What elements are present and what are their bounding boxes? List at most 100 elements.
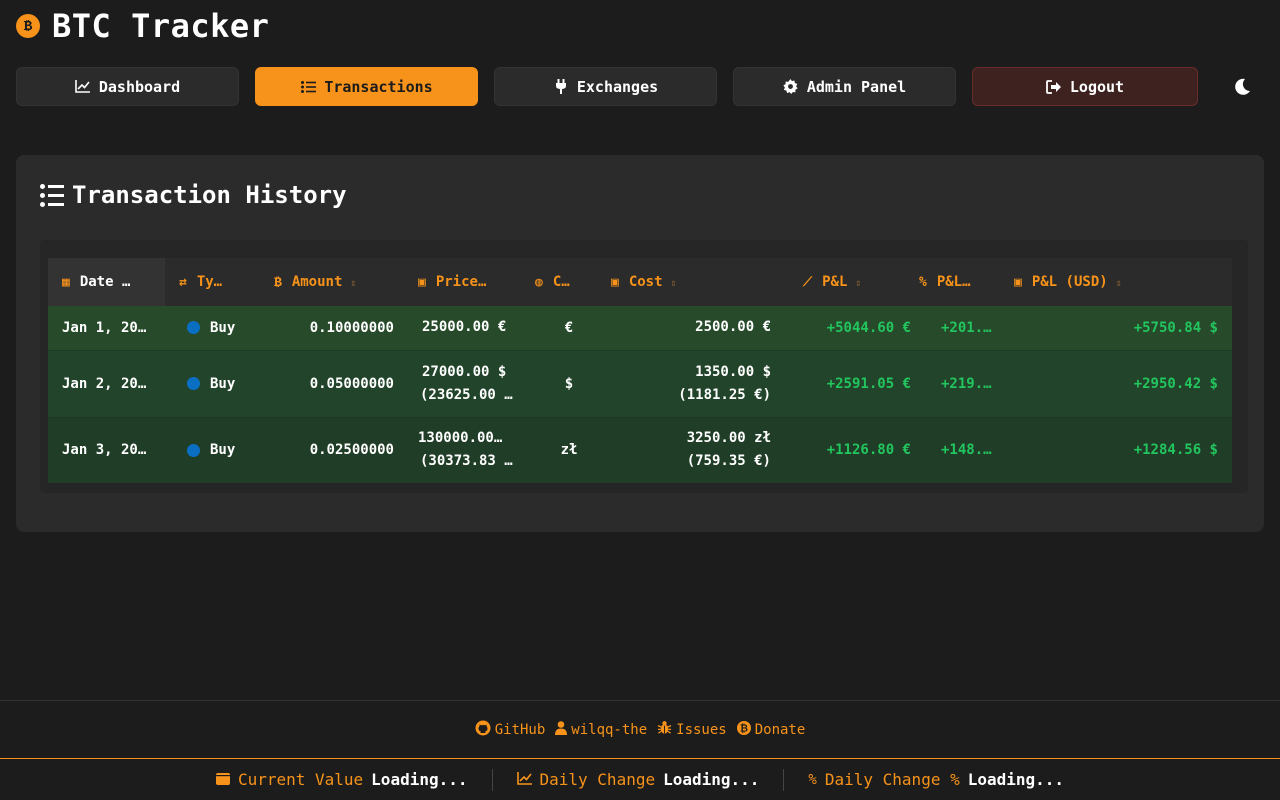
gear-icon — [783, 79, 799, 94]
logout-label: Logout — [1069, 77, 1125, 96]
cell-pnl-percent: +201.7… — [917, 306, 1012, 350]
github-link[interactable]: GitHub — [475, 720, 545, 740]
column-header-date[interactable]: ▦ Date … — [48, 258, 165, 306]
cell-cost: 2500.00 € — [609, 306, 777, 350]
status-bar: Current Value Loading... Daily Change Lo… — [0, 758, 1280, 800]
svg-text:₿: ₿ — [740, 722, 748, 734]
money-bill-icon: ▣ — [611, 275, 619, 290]
nav-admin-button[interactable]: Admin Panel — [733, 67, 956, 106]
buy-indicator-icon — [187, 321, 200, 335]
buy-indicator-icon — [187, 377, 200, 390]
globe-icon: ◍ — [535, 275, 543, 290]
cell-type: Buy — [165, 306, 260, 350]
cell-date: Jan 3, 20… — [48, 416, 165, 483]
sort-icon: ⇕ — [350, 278, 357, 289]
cell-amount: 0.05000000 — [260, 349, 412, 417]
cell-amount: 0.10000000 — [260, 306, 412, 350]
chart-line-icon: ⟋ — [803, 275, 813, 290]
cell-pnl: +1126.80 € — [777, 416, 917, 483]
cell-cost: 3250.00 zł (759.35 €) — [609, 416, 777, 483]
table-row[interactable]: Jan 3, 20… Buy 0.02500000 130000.00… (303… — [48, 416, 1232, 483]
calendar-icon: ▦ — [62, 275, 70, 290]
nav-transactions-label: Transactions — [324, 77, 433, 96]
cell-date: Jan 1, 20… — [48, 306, 165, 350]
cell-price: 130000.00… (30373.83 €) — [412, 416, 529, 483]
cell-price: 27000.00 $ (23625.00 €) — [412, 349, 529, 417]
card-title: Transaction History — [40, 181, 347, 209]
author-link[interactable]: wilqq-the — [555, 720, 647, 739]
bug-icon — [657, 720, 672, 739]
cell-pnl-usd: +2950.42 $ — [1012, 349, 1232, 417]
app-root: ₿ BTC Tracker Dashboard Transactions Exc… — [0, 0, 1280, 800]
card-title-text: Transaction History — [72, 181, 347, 209]
table-row[interactable]: Jan 2, 20… Buy 0.05000000 27000.00 $ (236… — [48, 349, 1232, 417]
nav-dashboard-label: Dashboard — [98, 77, 181, 96]
sign-out-icon — [1046, 79, 1062, 94]
cell-pnl: +5044.60 € — [777, 306, 917, 350]
list-icon — [40, 183, 64, 207]
chart-line-icon — [75, 80, 91, 93]
nav-transactions-button[interactable]: Transactions — [255, 67, 478, 106]
cell-date: Jan 2, 20… — [48, 349, 165, 417]
issues-link[interactable]: Issues — [657, 720, 727, 739]
cell-pnl: +2591.05 € — [777, 349, 917, 417]
percent-icon: % — [808, 771, 817, 788]
column-header-cost[interactable]: ▣ Cost ⇕ — [609, 258, 777, 306]
list-icon — [300, 80, 316, 93]
transactions-table-container: ▦Date … ⇄Ty… ₿Amount⇕ ▣Price… ◍C… — [40, 240, 1248, 493]
main-nav: Dashboard Transactions Exchanges Admin P… — [16, 67, 1198, 106]
column-header-currency[interactable]: ◍ C… — [529, 258, 609, 306]
donate-link[interactable]: ₿ Donate — [736, 720, 805, 739]
transactions-table: ▦Date … ⇄Ty… ₿Amount⇕ ▣Price… ◍C… — [48, 258, 1232, 483]
daily-change-stat: Daily Change Loading... — [493, 770, 784, 789]
nav-dashboard-button[interactable]: Dashboard — [16, 67, 239, 106]
github-icon — [475, 720, 491, 740]
cell-type: Buy — [165, 416, 260, 483]
sort-icon: ⇕ — [855, 278, 862, 289]
header: ₿ BTC Tracker — [16, 7, 270, 45]
table-row[interactable]: Jan 1, 20… Buy 0.10000000 25000.00 € € 2… — [48, 306, 1232, 350]
cell-pnl-percent: +148.3… — [917, 416, 1012, 483]
chart-line-icon — [516, 770, 532, 789]
column-header-pnl-percent[interactable]: % P&L… — [917, 258, 1012, 306]
bitcoin-icon: ₿ — [736, 720, 751, 739]
cell-pnl-percent: +219.3… — [917, 349, 1012, 417]
column-header-price[interactable]: ▣ Price… — [412, 258, 529, 306]
cell-currency: $ — [529, 349, 609, 417]
column-header-pnl-usd[interactable]: ▣ P&L (USD) ⇕ — [1012, 258, 1232, 306]
cell-amount: 0.02500000 — [260, 416, 412, 483]
current-value-stat: Current Value Loading... — [192, 770, 492, 789]
nav-admin-label: Admin Panel — [806, 77, 907, 96]
footer: GitHub wilqq-the Issues ₿ Donate — [0, 700, 1280, 758]
wallet-icon — [215, 770, 230, 789]
theme-toggle-moon-icon[interactable] — [1232, 77, 1254, 99]
plug-icon — [553, 79, 569, 94]
exchange-arrows-icon: ⇄ — [179, 275, 187, 290]
transaction-history-card: Transaction History ▦ Date … ⇄ Ty… ₿ Amo… — [16, 155, 1264, 532]
logout-button[interactable]: Logout — [972, 67, 1198, 106]
percent-icon: % — [919, 275, 927, 290]
cell-pnl-usd: +5750.84 $ — [1012, 306, 1232, 350]
bitcoin-icon: ₿ — [274, 275, 282, 290]
sort-icon: ⇕ — [1115, 278, 1122, 289]
money-bill-icon: ▣ — [418, 275, 426, 290]
cell-cost: 1350.00 $ (1181.25 €) — [609, 349, 777, 417]
cell-price: 25000.00 € — [412, 306, 529, 350]
column-header-type[interactable]: ⇄ Ty… — [165, 258, 260, 306]
bitcoin-logo-icon: ₿ — [16, 14, 40, 38]
app-title: BTC Tracker — [52, 7, 270, 45]
sort-icon: ⇕ — [670, 278, 677, 289]
buy-indicator-icon — [187, 443, 200, 457]
column-header-amount[interactable]: ₿ Amount ⇕ — [260, 258, 412, 306]
money-bill-icon: ▣ — [1014, 275, 1022, 290]
user-icon — [555, 720, 568, 739]
nav-exchanges-label: Exchanges — [576, 77, 659, 96]
column-header-pnl[interactable]: ⟋ P&L ⇕ — [777, 258, 917, 306]
cell-currency: zł — [529, 416, 609, 483]
nav-exchanges-button[interactable]: Exchanges — [494, 67, 717, 106]
table-header-row: ▦Date … ⇄Ty… ₿Amount⇕ ▣Price… ◍C… — [48, 258, 1232, 306]
cell-currency: € — [529, 306, 609, 350]
cell-pnl-usd: +1284.56 $ — [1012, 416, 1232, 483]
daily-change-percent-stat: % Daily Change % Loading... — [808, 770, 1065, 789]
cell-type: Buy — [165, 349, 260, 417]
